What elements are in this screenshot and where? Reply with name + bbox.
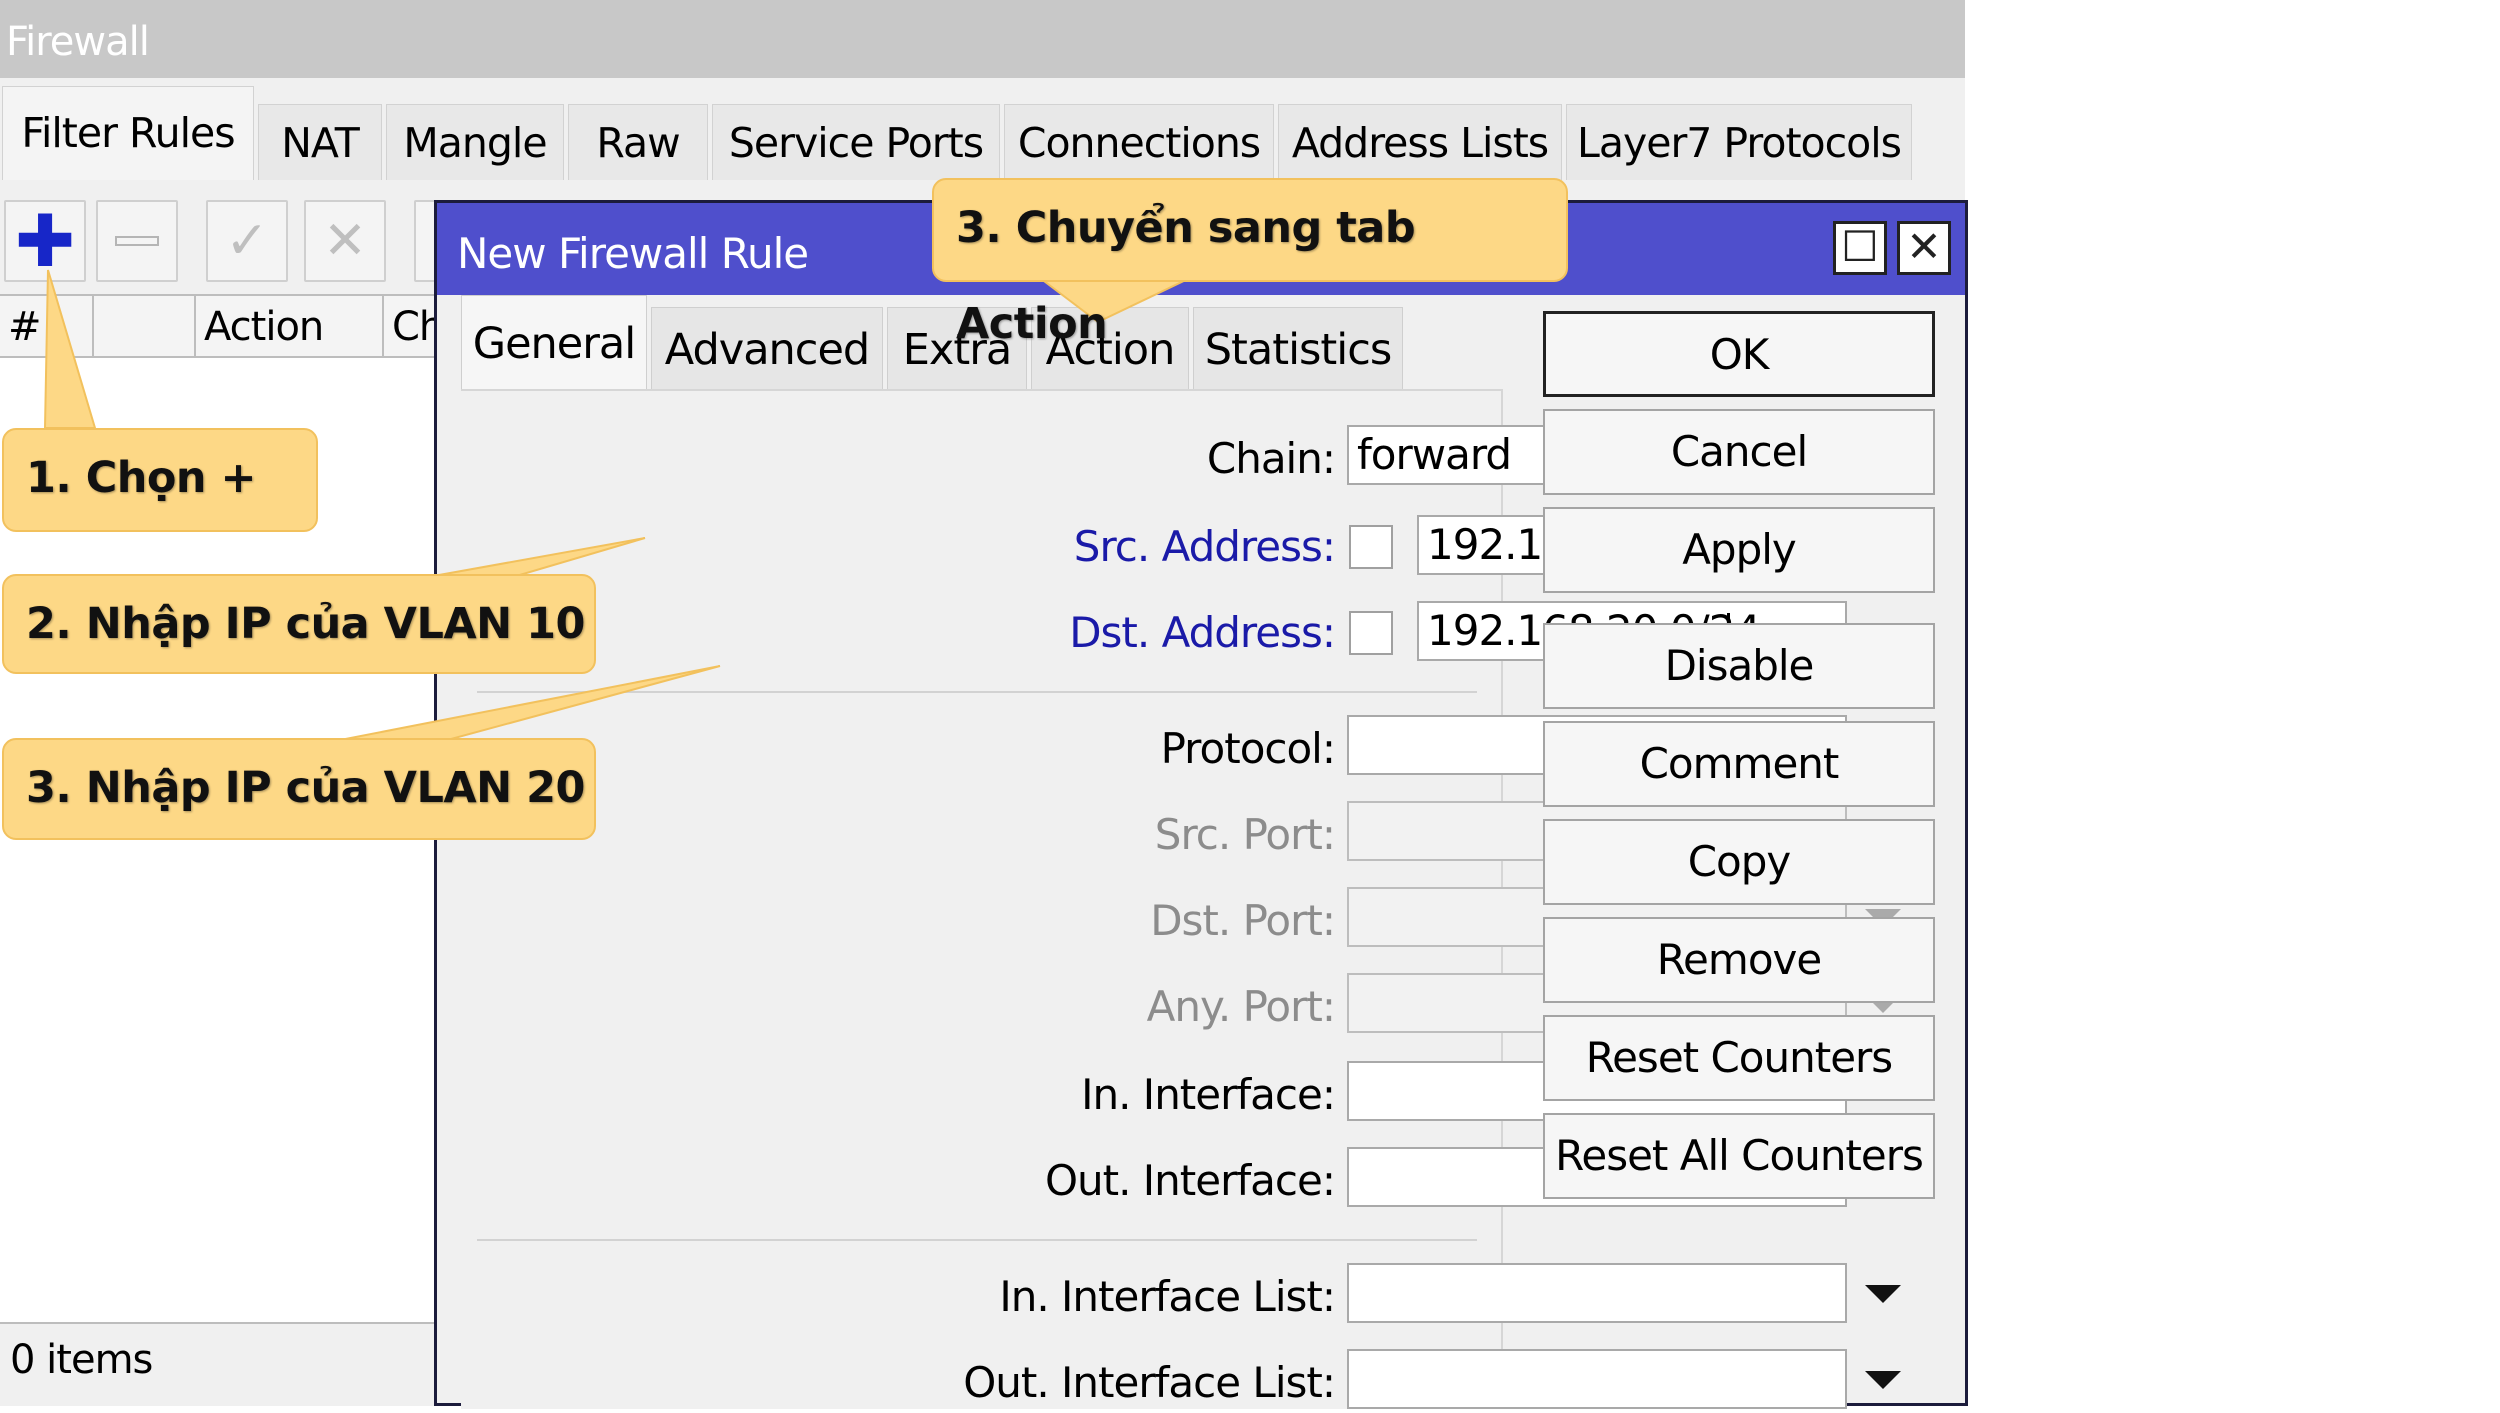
any-port-label: Any. Port: — [1146, 982, 1336, 1031]
plus-icon: ✚ — [14, 199, 76, 283]
tab-layer7-protocols[interactable]: Layer7 Protocols — [1566, 104, 1912, 180]
tab-filter-rules[interactable]: Filter Rules — [2, 86, 254, 180]
remove-button[interactable]: Remove — [1543, 917, 1935, 1003]
tab-address-lists[interactable]: Address Lists — [1278, 104, 1562, 180]
status-bar: 0 items — [0, 1322, 440, 1406]
copy-button[interactable]: Copy — [1543, 819, 1935, 905]
separator — [477, 691, 1477, 693]
separator — [477, 1239, 1477, 1241]
apply-button[interactable]: Apply — [1543, 507, 1935, 593]
check-icon: ✓ — [225, 211, 269, 271]
callout-step2: 2. Nhập IP của VLAN 10 — [2, 574, 596, 674]
close-icon: ✕ — [1906, 222, 1942, 271]
ok-button[interactable]: OK — [1543, 311, 1935, 397]
src-address-label[interactable]: Src. Address: — [435, 517, 1336, 577]
column-action[interactable]: Action — [196, 296, 384, 358]
callout-step3-vlan20: 3. Nhập IP của VLAN 20 — [2, 738, 596, 840]
dst-address-invert-checkbox[interactable] — [1349, 611, 1393, 655]
out-interface-list-dropdown-icon[interactable] — [1865, 1371, 1901, 1389]
reset-all-counters-button[interactable]: Reset All Counters — [1543, 1113, 1935, 1199]
out-interface-list-label: Out. Interface List: — [963, 1358, 1336, 1407]
out-interface-label: Out. Interface: — [1044, 1156, 1336, 1205]
disable-button[interactable]: Disable — [1543, 623, 1935, 709]
remove-rule-button[interactable] — [96, 200, 178, 282]
tab-raw[interactable]: Raw — [568, 104, 708, 180]
column-flags[interactable] — [94, 296, 196, 358]
tab-service-ports[interactable]: Service Ports — [712, 104, 1000, 180]
column-chain[interactable]: Ch — [384, 296, 444, 358]
in-interface-list-label: In. Interface List: — [999, 1272, 1336, 1321]
comment-button[interactable]: Comment — [1543, 721, 1935, 807]
cancel-button[interactable]: Cancel — [1543, 409, 1935, 495]
tab-connections[interactable]: Connections — [1004, 104, 1274, 180]
src-address-invert-checkbox[interactable] — [1349, 525, 1393, 569]
cross-icon: ✕ — [323, 211, 367, 271]
minus-icon — [115, 236, 159, 246]
close-button[interactable]: ✕ — [1897, 221, 1951, 275]
in-interface-label: In. Interface: — [1081, 1070, 1336, 1119]
out-interface-list-field[interactable] — [1347, 1349, 1847, 1409]
maximize-icon: ☐ — [1841, 222, 1879, 271]
enable-button[interactable]: ✓ — [206, 200, 288, 282]
callout-step1: 1. Chọn + — [2, 428, 318, 532]
column-number[interactable]: # — [0, 296, 94, 358]
dst-port-label: Dst. Port: — [1150, 896, 1336, 945]
add-button[interactable]: ✚ — [4, 200, 86, 282]
in-interface-list-field[interactable] — [1347, 1263, 1847, 1323]
in-interface-list-dropdown-icon[interactable] — [1865, 1285, 1901, 1303]
dialog-tab-general[interactable]: General — [461, 295, 647, 391]
dialog-tab-statistics[interactable]: Statistics — [1193, 307, 1403, 389]
disable-rule-button[interactable]: ✕ — [304, 200, 386, 282]
rules-table-header: # Action Ch — [0, 294, 444, 358]
reset-counters-button[interactable]: Reset Counters — [1543, 1015, 1935, 1101]
tab-nat[interactable]: NAT — [258, 104, 382, 180]
callout-step3-action: 3. Chuyển sang tab Action — [932, 178, 1568, 349]
tab-mangle[interactable]: Mangle — [386, 104, 564, 180]
window-title: Firewall — [0, 0, 1965, 78]
firewall-tab-bar: Filter Rules NAT Mangle Raw Service Port… — [0, 78, 1965, 180]
new-firewall-rule-dialog: New Firewall Rule ☐ ✕ General Advanced E… — [434, 200, 1968, 1409]
chain-label: Chain: — [1206, 434, 1336, 483]
dialog-tab-advanced[interactable]: Advanced — [651, 307, 883, 389]
maximize-button[interactable]: ☐ — [1833, 221, 1887, 275]
